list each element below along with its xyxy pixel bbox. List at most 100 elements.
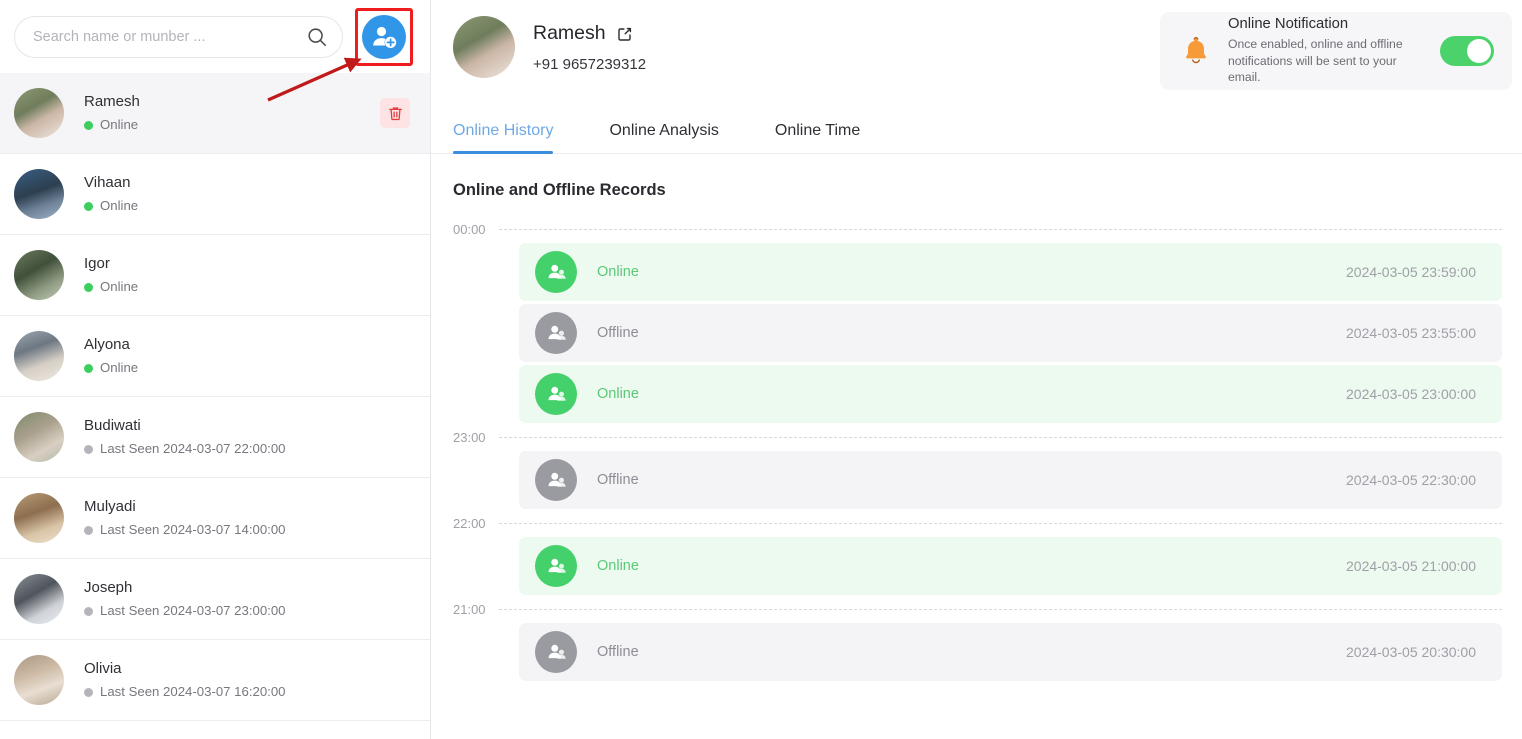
- record-status: Online: [597, 264, 639, 280]
- tab-online-analysis[interactable]: Online Analysis: [609, 123, 746, 153]
- contact-meta: Olivia Last Seen 2024-03-07 16:20:00: [84, 660, 410, 700]
- main-panel: Ramesh +91 9657239312 Online History Onli…: [431, 0, 1522, 739]
- edit-icon[interactable]: [617, 26, 633, 42]
- record-status: Online: [597, 558, 639, 574]
- contact-meta: Vihaan Online: [84, 174, 410, 214]
- contact-status-text: Last Seen 2024-03-07 16:20:00: [100, 684, 286, 700]
- timeline-axis-line: [499, 228, 1502, 230]
- contact-meta: Igor Online: [84, 255, 410, 295]
- contact-row[interactable]: Ramesh Online: [0, 73, 430, 154]
- contact-meta: Budiwati Last Seen 2024-03-07 22:00:00: [84, 417, 410, 457]
- notification-subtitle: Once enabled, online and offline notific…: [1228, 36, 1403, 85]
- contacts-sidebar: RameshOnlineVihaanOnlineIgorOnlineAlyona…: [0, 0, 431, 739]
- online-notification-card: Online Notification Once enabled, online…: [1160, 12, 1512, 90]
- contact-avatar: [14, 574, 64, 624]
- add-contact-button[interactable]: [362, 14, 406, 59]
- timeline-axis-label: 00:00: [453, 221, 486, 237]
- record-timestamp: 2024-03-05 23:55:00: [1346, 325, 1476, 341]
- contact-row[interactable]: Vihaan Online: [0, 154, 430, 235]
- contact-status: Online: [84, 279, 410, 295]
- contact-avatar: [14, 88, 64, 138]
- record-timestamp: 2024-03-05 23:00:00: [1346, 386, 1476, 402]
- trash-icon: [388, 106, 402, 120]
- offline-user-icon: [535, 631, 577, 673]
- contact-row[interactable]: Igor Online: [0, 235, 430, 316]
- contact-list[interactable]: Ramesh Online Vihaan Online Igor Online Alyona…: [0, 73, 430, 739]
- record-row[interactable]: Offline 2024-03-05 23:55:00: [519, 304, 1502, 362]
- record-row[interactable]: Online 2024-03-05 23:59:00: [519, 243, 1502, 301]
- contact-status-text: Online: [100, 117, 139, 133]
- contact-row[interactable]: Olivia Last Seen 2024-03-07 16:20:00: [0, 640, 430, 721]
- record-row[interactable]: Online 2024-03-05 23:00:00: [519, 365, 1502, 423]
- record-row[interactable]: Offline 2024-03-05 22:30:00: [519, 451, 1502, 509]
- delete-contact-button[interactable]: [380, 98, 410, 128]
- contact-name: Vihaan: [84, 174, 131, 192]
- toggle-knob: [1467, 39, 1491, 63]
- contact-status-text: Last Seen 2024-03-07 23:00:00: [100, 603, 286, 619]
- contact-avatar: [14, 331, 64, 381]
- timeline-axis-row: 23:00: [453, 426, 1502, 448]
- contact-row[interactable]: Joseph Last Seen 2024-03-07 23:00:00: [0, 559, 430, 640]
- timeline-axis-line: [499, 436, 1502, 438]
- contact-row[interactable]: Budiwati Last Seen 2024-03-07 22:00:00: [0, 397, 430, 478]
- record-status: Offline: [597, 325, 639, 341]
- offline-user-icon: [535, 312, 577, 354]
- record-row[interactable]: Offline 2024-03-05 20:30:00: [519, 623, 1502, 681]
- records-timeline: 00:00 Online 2024-03-05 23:59:00 Offline 202…: [431, 200, 1522, 681]
- profile-phone: +91 9657239312: [533, 56, 647, 73]
- online-dot-icon: [84, 363, 93, 373]
- contact-status-text: Last Seen 2024-03-07 22:00:00: [100, 441, 286, 457]
- contact-name: Igor: [84, 255, 110, 273]
- offline-dot-icon: [84, 525, 93, 535]
- timeline-axis-row: 21:00: [453, 598, 1502, 620]
- tab-online-time[interactable]: Online Time: [775, 123, 888, 153]
- search-icon[interactable]: [306, 26, 328, 48]
- profile-avatar: [453, 16, 515, 78]
- notification-toggle[interactable]: [1440, 36, 1494, 66]
- record-timestamp: 2024-03-05 22:30:00: [1346, 472, 1476, 488]
- contact-status: Last Seen 2024-03-07 16:20:00: [84, 684, 410, 700]
- timeline-axis-row: 00:00: [453, 218, 1502, 240]
- record-status: Online: [597, 386, 639, 402]
- search-input[interactable]: [33, 28, 306, 45]
- timeline-axis-row: 22:00: [453, 512, 1502, 534]
- online-dot-icon: [84, 201, 93, 211]
- timeline-axis-line: [499, 608, 1502, 610]
- notification-text: Online Notification Once enabled, online…: [1228, 16, 1424, 86]
- record-timestamp: 2024-03-05 20:30:00: [1346, 644, 1476, 660]
- contact-status: Last Seen 2024-03-07 22:00:00: [84, 441, 410, 457]
- contact-avatar: [14, 493, 64, 543]
- online-user-icon: [535, 373, 577, 415]
- online-user-icon: [535, 251, 577, 293]
- record-row[interactable]: Online 2024-03-05 21:00:00: [519, 537, 1502, 595]
- tab-online-history[interactable]: Online History: [453, 123, 554, 154]
- offline-dot-icon: [84, 444, 93, 454]
- contact-status: Last Seen 2024-03-07 14:00:00: [84, 522, 410, 538]
- contact-status-text: Online: [100, 360, 139, 376]
- record-timestamp: 2024-03-05 23:59:00: [1346, 264, 1476, 280]
- contact-meta: Alyona Online: [84, 336, 410, 376]
- profile-info: Ramesh +91 9657239312: [533, 16, 646, 73]
- sidebar-search-bar: [0, 0, 430, 73]
- contact-meta: Joseph Last Seen 2024-03-07 23:00:00: [84, 579, 410, 619]
- tab-bar[interactable]: Online History Online Analysis Online Time: [431, 96, 1522, 154]
- contact-row[interactable]: Mulyadi Last Seen 2024-03-07 14:00:00: [0, 478, 430, 559]
- contact-meta: Mulyadi Last Seen 2024-03-07 14:00:00: [84, 498, 410, 538]
- online-user-icon: [535, 545, 577, 587]
- contact-avatar: [14, 655, 64, 705]
- timeline-axis-label: 22:00: [453, 515, 486, 531]
- contact-status: Online: [84, 360, 410, 376]
- contact-name: Joseph: [84, 579, 133, 597]
- timeline-axis-line: [499, 522, 1502, 524]
- contact-row[interactable]: Alyona Online: [0, 316, 430, 397]
- online-dot-icon: [84, 120, 93, 130]
- record-status: Offline: [597, 644, 639, 660]
- add-contact-highlight-box: [355, 7, 413, 66]
- contact-status: Online: [84, 117, 380, 133]
- bell-icon: [1180, 35, 1212, 67]
- contact-meta: Ramesh Online: [84, 93, 380, 133]
- contact-name: Mulyadi: [84, 498, 136, 516]
- contact-status: Last Seen 2024-03-07 23:00:00: [84, 603, 410, 619]
- contact-status: Online: [84, 198, 410, 214]
- search-field[interactable]: [14, 15, 343, 58]
